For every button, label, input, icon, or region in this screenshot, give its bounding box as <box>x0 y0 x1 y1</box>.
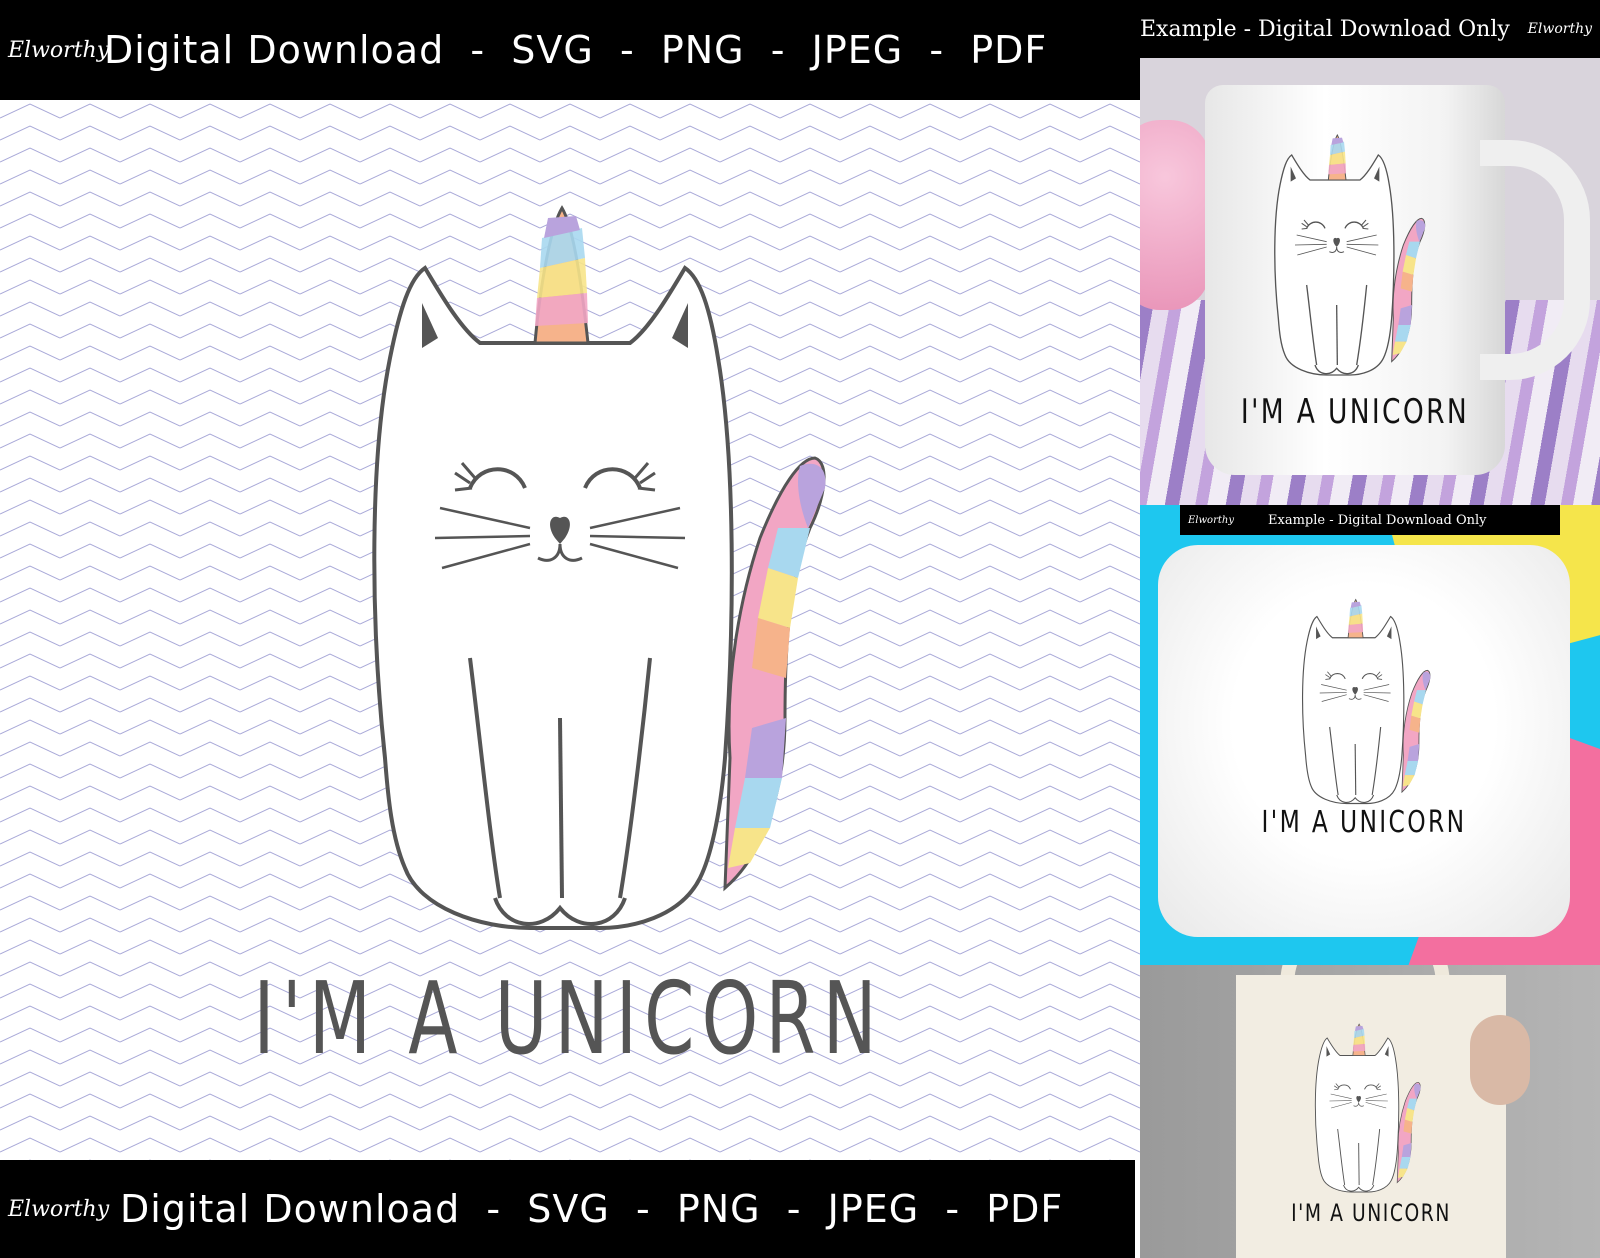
hand <box>1470 1015 1530 1105</box>
banner-text: Digital Download - SVG - PNG - JPEG - PD… <box>104 28 1048 72</box>
pillow-cat-print <box>1290 595 1460 825</box>
cupcake <box>1140 120 1210 310</box>
banner-text-bottom: Digital Download - SVG - PNG - JPEG - PD… <box>120 1187 1064 1231</box>
brand-logo-bottom: Elworthy <box>8 1196 110 1222</box>
main-design-panel: Elworthy Digital Download - SVG - PNG - … <box>0 0 1140 1258</box>
pillow-caption: I'M A UNICORN <box>1261 805 1467 840</box>
bottom-banner: Elworthy Digital Download - SVG - PNG - … <box>0 1160 1135 1258</box>
brand-logo: Elworthy <box>8 37 110 63</box>
mug-example-banner: Example - Digital Download Only Elworthy <box>1140 0 1600 58</box>
mug-cat-print <box>1260 130 1460 400</box>
mockup-logo: Elworthy <box>1527 21 1592 37</box>
mug-handle <box>1480 140 1590 380</box>
mug-caption: I'M A UNICORN <box>1240 392 1470 432</box>
top-banner: Elworthy Digital Download - SVG - PNG - … <box>0 0 1140 100</box>
tote-cat-print <box>1305 1020 1445 1210</box>
tote-caption: I'M A UNICORN <box>1291 1199 1451 1227</box>
pillow-mockup: Elworthy Example - Digital Download Only… <box>1140 505 1600 965</box>
tote-bag-mockup: I'M A UNICORN <box>1140 965 1600 1258</box>
mug-mockup: Example - Digital Download Only Elworthy… <box>1140 0 1600 505</box>
pillow-logo: Elworthy <box>1188 514 1234 526</box>
unicorn-cat-illustration <box>330 198 930 998</box>
main-caption: I'M A UNICORN <box>253 960 884 1077</box>
pillow-example-banner: Elworthy Example - Digital Download Only <box>1180 505 1560 535</box>
example-label: Example - Digital Download Only <box>1268 512 1487 528</box>
example-label: Example - Digital Download Only <box>1140 16 1510 42</box>
